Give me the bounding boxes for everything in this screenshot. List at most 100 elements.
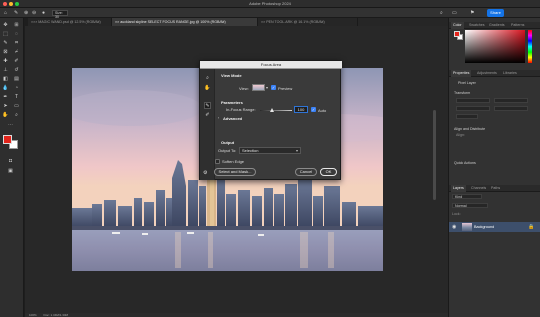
history-brush-tool-icon[interactable]: ↺	[13, 67, 20, 74]
zoom-tool-icon[interactable]: ⌕	[13, 112, 20, 119]
lasso-tool-icon[interactable]: ◌	[13, 31, 20, 38]
auto-label: Auto	[318, 108, 327, 113]
advanced-toggle[interactable]: Advanced	[223, 116, 242, 121]
select-and-mask-button[interactable]: Select and Mask...	[214, 168, 256, 176]
learn-icon[interactable]: ⚑	[470, 10, 474, 16]
dialog-tool-strip: ⌕ ✋ ✎ ✐	[200, 69, 215, 180]
hand-tool-icon[interactable]: ✋	[204, 85, 211, 92]
properties-panel-tabs: Properties Adjustments Libraries	[449, 70, 540, 77]
preview-label: Preview	[278, 86, 293, 91]
pen-tool-icon[interactable]: ✒	[2, 94, 9, 101]
in-focus-range-input[interactable]: 100	[294, 106, 308, 113]
transform-section[interactable]: Transform	[454, 91, 470, 95]
document-tabs: ××× MAGIC WAND.psd @ 12.5% (RGB/8#) ×× a…	[28, 18, 448, 26]
add-to-selection-icon[interactable]: ⊕	[24, 10, 28, 16]
frame-tool-icon[interactable]: ⊠	[2, 49, 9, 56]
transform-y-field[interactable]	[494, 106, 528, 111]
eyedropper-tool-icon[interactable]: ⌿	[13, 49, 20, 56]
color-picker-field[interactable]	[465, 30, 525, 63]
tab-adjustments[interactable]: Adjustments	[475, 70, 499, 77]
output-heading: Output	[221, 140, 235, 145]
cancel-button[interactable]: Cancel	[295, 168, 317, 176]
hue-slider[interactable]	[528, 30, 532, 63]
align-distribute-section[interactable]: Align and Distribute	[454, 127, 485, 131]
tab-properties[interactable]: Properties	[451, 70, 472, 77]
healing-brush-tool-icon[interactable]: ✚	[2, 58, 9, 65]
in-focus-range-label: In-Focus Range:	[226, 107, 256, 112]
search-icon[interactable]: ⌕	[440, 10, 443, 16]
output-to-label: Output To:	[218, 148, 237, 153]
screen-mode-icon[interactable]: ▣	[7, 168, 14, 175]
quick-actions-section[interactable]: Quick Actions	[454, 161, 476, 165]
dodge-tool-icon[interactable]: ◔	[13, 85, 20, 92]
in-focus-range-slider[interactable]	[260, 110, 292, 111]
marquee-tool-icon[interactable]: ⬚	[2, 31, 9, 38]
options-bar: ⌂ ✎ ⊕ ⊖ ● Size: 30 ⌕ ▭ ⚑ Share	[0, 8, 540, 19]
hand-tool-icon[interactable]: ✋	[2, 112, 9, 119]
blend-mode-select[interactable]: Normal	[452, 203, 488, 208]
quick-selection-tool-icon[interactable]: ✎	[2, 40, 9, 47]
lock-label: Lock:	[452, 212, 461, 216]
in-focus-range-slider-handle[interactable]	[269, 108, 274, 112]
tab-auckland-skyline[interactable]: ×× auckland skyline SELECT FOCUS RANGE.j…	[112, 18, 258, 26]
quick-mask-icon[interactable]: ◘	[7, 158, 14, 165]
tab-pen-tool[interactable]: ×× PEN TOOL.ARK @ 16.1% (RGB/8#)	[258, 18, 358, 26]
zoom-level[interactable]: 100%	[29, 313, 37, 317]
tab-color[interactable]: Color	[451, 22, 464, 29]
brush-tool-preset-icon[interactable]: ✎	[14, 10, 18, 16]
tab-gradients[interactable]: Gradients	[487, 22, 507, 29]
path-selection-tool-icon[interactable]: ➤	[2, 103, 9, 110]
auto-checkbox[interactable]: ✓	[311, 107, 316, 112]
tab-paths[interactable]: Paths	[489, 185, 502, 192]
crop-tool-icon[interactable]: ⌗	[13, 40, 20, 47]
move-tool-icon[interactable]: ✥	[2, 22, 9, 29]
vertical-scrollbar[interactable]	[433, 110, 436, 200]
soften-edge-checkbox[interactable]	[215, 159, 220, 164]
tab-patterns[interactable]: Patterns	[509, 22, 526, 29]
brush-size-field[interactable]: Size: 30	[52, 10, 68, 19]
blur-tool-icon[interactable]: 💧	[2, 85, 9, 92]
eraser-tool-icon[interactable]: ◧	[2, 76, 9, 83]
transform-x-field[interactable]	[456, 106, 490, 111]
rectangle-tool-icon[interactable]: ▭	[13, 103, 20, 110]
share-button[interactable]: Share	[487, 9, 504, 17]
more-tools-icon[interactable]: ⋯	[7, 122, 14, 129]
zoom-tool-icon[interactable]: ⌕	[204, 75, 211, 82]
focus-area-add-tool-icon[interactable]: ✎	[204, 102, 211, 109]
chevron-down-icon[interactable]: ▾	[266, 85, 268, 90]
workspace-icon[interactable]: ▭	[452, 10, 457, 16]
brush-size-icon[interactable]: ●	[42, 10, 45, 16]
transform-height-field[interactable]	[494, 98, 528, 103]
layer-thumbnail	[462, 223, 472, 231]
transform-angle-field[interactable]	[456, 114, 478, 119]
artboard-tool-icon[interactable]: ⊞	[13, 22, 20, 29]
tab-magic-wand[interactable]: ××× MAGIC WAND.psd @ 12.5% (RGB/8#)	[28, 18, 112, 26]
settings-gear-icon[interactable]: ⚙	[203, 170, 207, 176]
layer-filter-kind[interactable]: Kind	[452, 194, 482, 199]
chevron-right-icon[interactable]: ›	[218, 116, 219, 120]
transform-width-field[interactable]	[456, 98, 490, 103]
ok-button[interactable]: OK	[320, 168, 337, 176]
tab-libraries[interactable]: Libraries	[501, 70, 519, 77]
gradient-tool-icon[interactable]: ▤	[13, 76, 20, 83]
tools-panel: ✥ ⊞ ⬚ ◌ ✎ ⌗ ⊠ ⌿ ✚ ✐ ⊥ ↺ ◧ ▤ 💧 ◔ ✒ T ➤ ▭ …	[0, 18, 24, 317]
tab-swatches[interactable]: Swatches	[467, 22, 487, 29]
layer-name[interactable]: Background	[474, 225, 494, 229]
tab-channels[interactable]: Channels	[469, 185, 488, 192]
output-to-select[interactable]: Selection ▾	[239, 147, 301, 154]
foreground-color-chip[interactable]	[454, 31, 460, 37]
preview-checkbox[interactable]: ✓	[271, 85, 276, 90]
focus-area-dialog: Focus Area ⌕ ✋ ✎ ✐	[199, 60, 342, 180]
view-mode-select[interactable]	[252, 84, 265, 91]
brush-tool-icon[interactable]: ✐	[13, 58, 20, 65]
clone-stamp-tool-icon[interactable]: ⊥	[2, 67, 9, 74]
lock-icon[interactable]: 🔒	[528, 224, 534, 230]
focus-area-subtract-tool-icon[interactable]: ✐	[204, 112, 211, 119]
home-icon[interactable]: ⌂	[4, 10, 7, 16]
tab-layers[interactable]: Layers	[451, 185, 466, 192]
foreground-color-swatch[interactable]	[3, 135, 12, 144]
subtract-from-selection-icon[interactable]: ⊖	[32, 10, 36, 16]
status-bar: 100% Doc: 1.34M/1.34M	[25, 313, 448, 317]
visibility-eye-icon[interactable]: ◉	[452, 224, 456, 230]
type-tool-icon[interactable]: T	[13, 94, 20, 101]
